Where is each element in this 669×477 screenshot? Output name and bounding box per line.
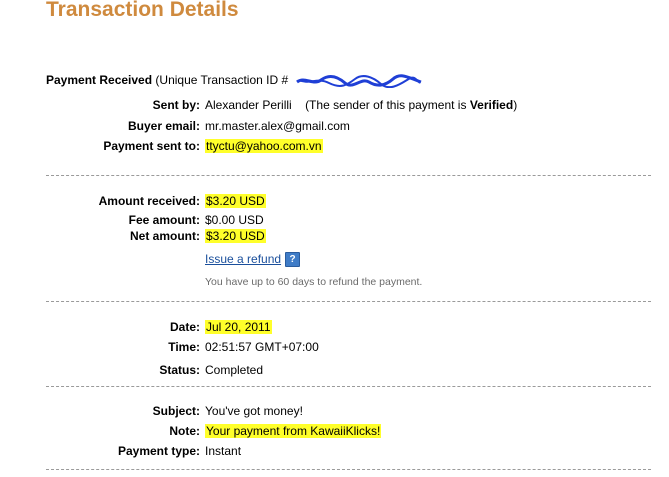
refund-row: Issue a refund? bbox=[205, 252, 301, 268]
amount-received-label: Amount received: bbox=[98, 194, 200, 208]
payment-type-value: Instant bbox=[205, 444, 242, 458]
sender-note-suffix: ) bbox=[513, 98, 518, 112]
status-value: Completed bbox=[205, 363, 264, 377]
payment-type-label: Payment type: bbox=[117, 444, 200, 458]
subject-value: You've got money! bbox=[205, 404, 303, 418]
recipient-email-highlighted: ttyctu@yahoo.com.vn bbox=[205, 139, 323, 153]
time-label: Time: bbox=[168, 340, 200, 354]
amount-received-highlighted: $3.20 USD bbox=[205, 194, 266, 208]
buyer-email-label: Buyer email: bbox=[127, 119, 200, 133]
payment-header: Payment Received (Unique Transaction ID … bbox=[46, 73, 423, 88]
redacted-transaction-id bbox=[296, 74, 422, 88]
payment-sent-to-label: Payment sent to: bbox=[103, 139, 200, 153]
fee-amount-value: $0.00 USD bbox=[205, 213, 264, 227]
sender-verified-status: Verified bbox=[469, 98, 514, 112]
net-amount-value: $3.20 USD bbox=[205, 229, 266, 244]
note-label: Note: bbox=[169, 424, 200, 438]
section-divider-2 bbox=[46, 301, 651, 302]
page-title: Transaction Details bbox=[46, 0, 239, 21]
issue-refund-link[interactable]: Issue a refund bbox=[205, 252, 281, 266]
date-label: Date: bbox=[169, 320, 200, 334]
amount-received-value: $3.20 USD bbox=[205, 194, 266, 209]
buyer-email-value: mr.master.alex@gmail.com bbox=[205, 119, 350, 133]
section-divider-3 bbox=[46, 386, 651, 387]
help-question-icon[interactable]: ? bbox=[285, 252, 301, 268]
status-label: Status: bbox=[159, 363, 200, 377]
sent-by-label: Sent by: bbox=[152, 98, 200, 112]
section-divider-1 bbox=[46, 175, 651, 176]
sender-name: Alexander Perilli bbox=[205, 98, 292, 112]
date-highlighted: Jul 20, 2011 bbox=[205, 320, 272, 334]
date-value: Jul 20, 2011 bbox=[205, 320, 272, 335]
note-value: Your payment from KawaiiKlicks! bbox=[205, 424, 382, 439]
sent-by-value: Alexander Perilli (The sender of this pa… bbox=[205, 98, 517, 113]
transaction-id-prefix: (Unique Transaction ID # bbox=[155, 73, 289, 87]
payment-header-label: Payment Received bbox=[46, 73, 153, 87]
time-value: 02:51:57 GMT+07:00 bbox=[205, 340, 319, 354]
note-highlighted: Your payment from KawaiiKlicks! bbox=[205, 424, 382, 438]
fee-amount-label: Fee amount: bbox=[128, 213, 200, 227]
sender-note-prefix: (The sender of this payment is bbox=[305, 98, 467, 112]
refund-note: You have up to 60 days to refund the pay… bbox=[205, 276, 423, 288]
net-amount-label: Net amount: bbox=[130, 229, 200, 243]
subject-label: Subject: bbox=[152, 404, 200, 418]
net-amount-highlighted: $3.20 USD bbox=[205, 229, 266, 243]
section-divider-4 bbox=[46, 469, 651, 470]
payment-sent-to-value: ttyctu@yahoo.com.vn bbox=[205, 139, 323, 154]
